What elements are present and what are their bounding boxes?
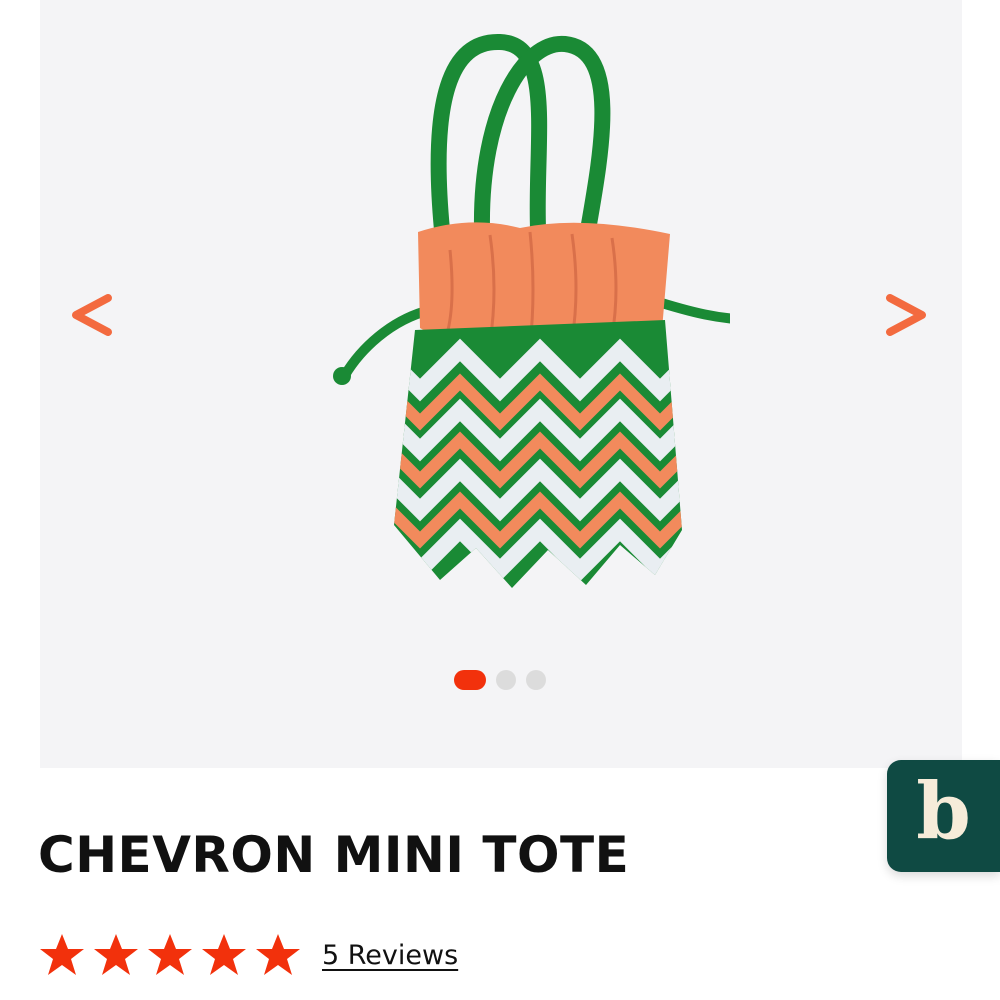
star-icon	[256, 934, 300, 975]
product-title: CHEVRON MINI TOTE	[38, 826, 630, 884]
star-icon	[202, 934, 246, 975]
reviews-link[interactable]: 5 Reviews	[322, 940, 458, 971]
star-icon	[148, 934, 192, 975]
chevron-right-icon	[886, 294, 926, 336]
next-image-button[interactable]	[882, 288, 932, 342]
star-icon	[94, 934, 138, 975]
carousel-dot-3[interactable]	[526, 670, 546, 690]
brand-badge[interactable]: b	[887, 760, 1000, 872]
star-rating	[38, 932, 302, 978]
previous-image-button[interactable]	[66, 288, 116, 342]
product-rating: 5 Reviews	[38, 932, 458, 978]
star-icon	[40, 934, 84, 975]
carousel-dots	[454, 670, 546, 690]
chevron-left-icon	[72, 294, 112, 336]
product-image	[333, 34, 730, 588]
product-gallery	[40, 0, 962, 768]
carousel-dot-2[interactable]	[496, 670, 516, 690]
brand-logo: b	[916, 766, 971, 857]
carousel-dot-1[interactable]	[454, 670, 486, 690]
